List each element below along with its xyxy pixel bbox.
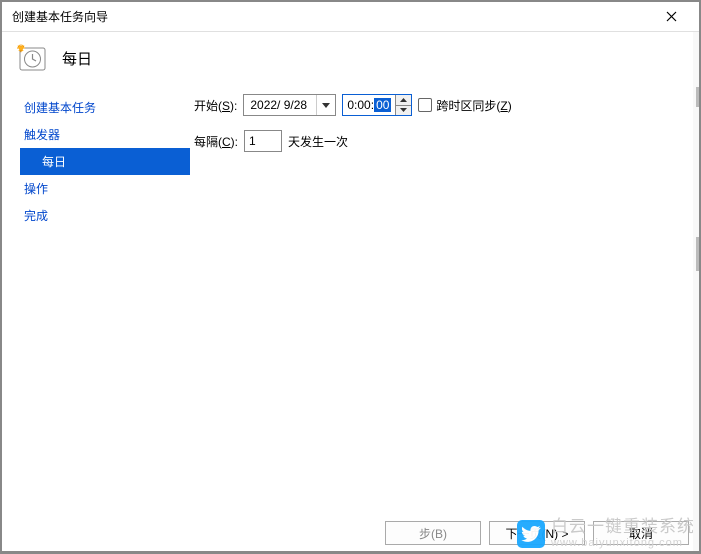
- sync-timezone-checkbox[interactable]: 跨时区同步(Z): [418, 97, 511, 114]
- chevron-down-icon: [400, 108, 407, 112]
- time-spin-down[interactable]: [396, 106, 411, 116]
- recur-suffix-label: 天发生一次: [288, 133, 348, 150]
- start-date-value: 2022/ 9/28: [244, 98, 316, 112]
- wizard-sidebar: 创建基本任务 触发器 每日 操作 完成: [20, 94, 190, 474]
- start-label: 开始(S):: [194, 97, 237, 114]
- dialog-window: 创建基本任务向导 每日 创建基本任务 触发器 每日 操作 完成 开始(: [1, 1, 700, 552]
- back-button[interactable]: 步(B): [385, 521, 481, 545]
- wizard-body: 创建基本任务 触发器 每日 操作 完成 开始(S): 2022/ 9/28 0:…: [2, 94, 699, 474]
- sidebar-item-trigger[interactable]: 触发器: [20, 121, 190, 148]
- window-title: 创建基本任务向导: [12, 8, 649, 25]
- start-row: 开始(S): 2022/ 9/28 0:00:00: [194, 94, 681, 116]
- sidebar-item-create-task[interactable]: 创建基本任务: [20, 94, 190, 121]
- checkbox-box: [418, 98, 432, 112]
- close-button[interactable]: [649, 3, 693, 31]
- date-dropdown-arrow[interactable]: [317, 103, 335, 108]
- recur-label: 每隔(C):: [194, 133, 238, 150]
- cancel-button[interactable]: 取消: [593, 521, 689, 545]
- recur-days-input[interactable]: [244, 130, 282, 152]
- chevron-up-icon: [400, 98, 407, 102]
- time-spinner-buttons: [395, 95, 411, 115]
- wizard-header: 每日: [2, 32, 699, 94]
- page-title: 每日: [62, 48, 92, 69]
- chevron-down-icon: [322, 103, 330, 108]
- wizard-footer: 步(B) 下一页(N) > 取消: [385, 521, 689, 545]
- right-scroll-edge: [693, 32, 699, 551]
- time-spin-up[interactable]: [396, 95, 411, 106]
- close-icon: [666, 11, 677, 22]
- sidebar-item-action[interactable]: 操作: [20, 175, 190, 202]
- recur-row: 每隔(C): 天发生一次: [194, 130, 681, 152]
- title-bar: 创建基本任务向导: [2, 2, 699, 32]
- wizard-icon: [16, 42, 48, 74]
- sync-timezone-label: 跨时区同步(Z): [436, 97, 511, 114]
- sidebar-item-finish[interactable]: 完成: [20, 202, 190, 229]
- wizard-content: 开始(S): 2022/ 9/28 0:00:00: [190, 94, 681, 474]
- start-time-value: 0:00:00: [343, 95, 395, 115]
- start-date-picker[interactable]: 2022/ 9/28: [243, 94, 336, 116]
- start-time-spinner[interactable]: 0:00:00: [342, 94, 412, 116]
- sidebar-item-daily[interactable]: 每日: [20, 148, 190, 175]
- next-button[interactable]: 下一页(N) >: [489, 521, 585, 545]
